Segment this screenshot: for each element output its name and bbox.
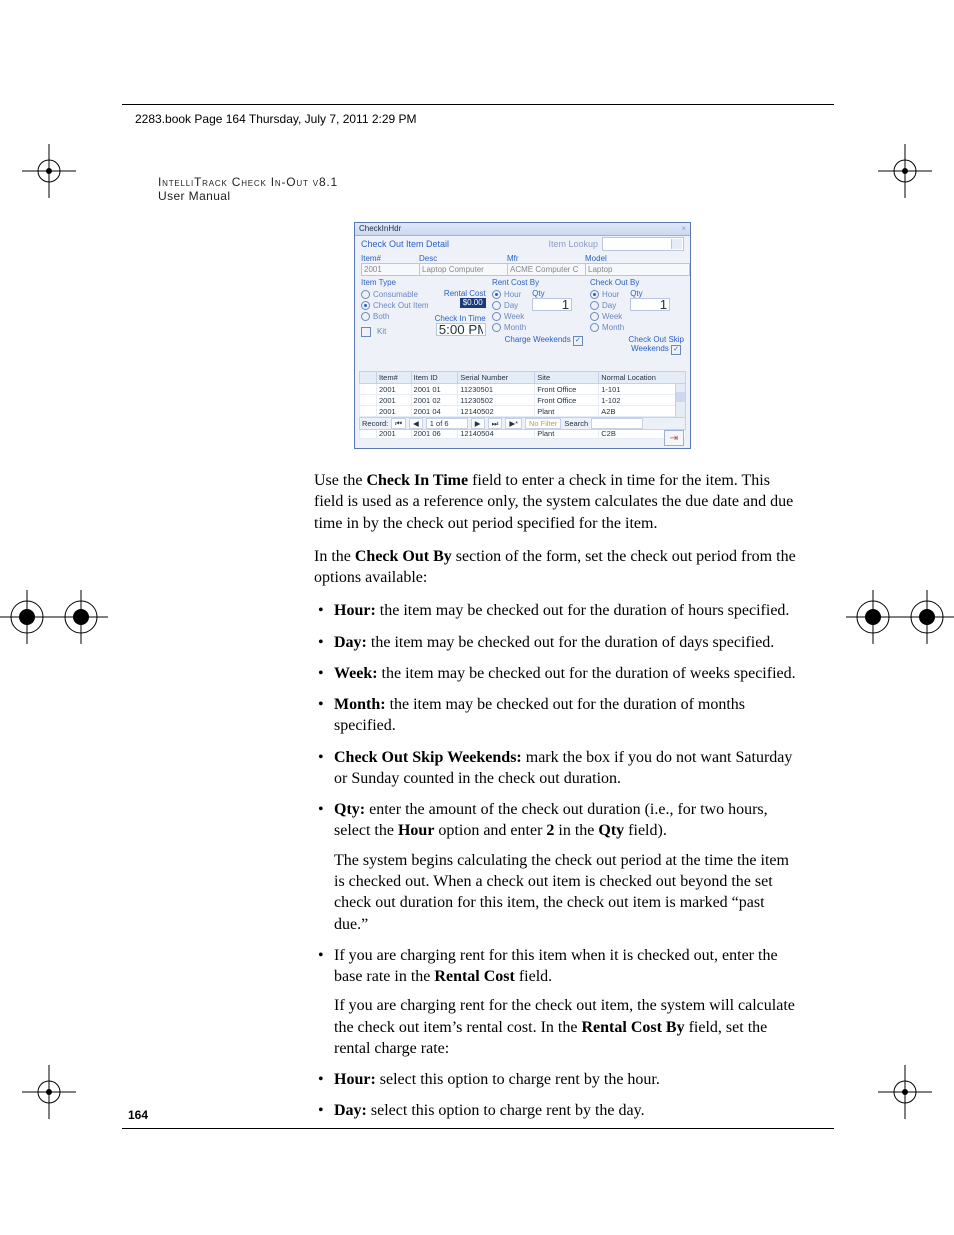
- check-in-time-label: Check In Time: [435, 314, 486, 323]
- rcb-week[interactable]: Week: [492, 311, 526, 322]
- nav-search-input[interactable]: [591, 418, 643, 429]
- skip-weekends-checkbox[interactable]: Check Out Skip Weekends: [590, 335, 684, 355]
- item-type-title: Item Type: [361, 278, 488, 287]
- nav-search-label: Search: [564, 419, 588, 428]
- registration-mark-icon: [54, 590, 108, 644]
- check-in-time-field[interactable]: [436, 323, 486, 336]
- registration-mark-icon: [0, 590, 54, 644]
- col-serial[interactable]: Serial Number: [458, 372, 535, 384]
- form-title: Check Out Item Detail: [361, 239, 449, 249]
- mfr-field[interactable]: [507, 263, 587, 276]
- registration-mark-icon: [846, 590, 900, 644]
- cob-month[interactable]: Month: [590, 322, 624, 333]
- registration-mark-icon: [22, 1065, 76, 1119]
- registration-mark-icon: [900, 590, 954, 644]
- exit-icon: ⇥: [670, 433, 678, 444]
- rcb-qty-label: Qty: [532, 289, 572, 298]
- rental-cost-value[interactable]: $0.00: [460, 298, 486, 308]
- running-head: IntelliTrack Check In-Out v8.1 User Manu…: [158, 175, 338, 203]
- nav-last-button[interactable]: ⏭: [488, 418, 503, 429]
- col-site[interactable]: Site: [535, 372, 599, 384]
- framemaker-header: 2283.book Page 164 Thursday, July 7, 201…: [135, 112, 417, 126]
- rcb-month[interactable]: Month: [492, 322, 526, 333]
- item-lookup-label: Item Lookup: [548, 239, 598, 249]
- table-row[interactable]: 20012001 0111230501Front Office1-101: [360, 384, 686, 395]
- rcb-qty-field[interactable]: [532, 298, 572, 311]
- nav-position: 1 of 6: [426, 418, 468, 429]
- nav-next-button[interactable]: ▶: [471, 418, 485, 429]
- cob-qty-label: Qty: [630, 289, 670, 298]
- model-field[interactable]: [585, 263, 690, 276]
- radio-both[interactable]: Both: [361, 311, 429, 322]
- page-number: 164: [128, 1108, 148, 1122]
- mfr-label: Mfr: [507, 254, 581, 263]
- body-text: Use the Check In Time field to enter a c…: [314, 470, 800, 1132]
- rent-cost-by-title: Rent Cost By: [492, 278, 586, 287]
- exit-button[interactable]: ⇥: [664, 430, 684, 446]
- rcb-day[interactable]: Day: [492, 300, 526, 311]
- window-titlebar: CheckInHdr ×: [355, 223, 690, 236]
- item-no-label: Item#: [361, 254, 415, 263]
- header-rule: [122, 104, 834, 105]
- table-row[interactable]: 20012001 0211230502Front Office1-102: [360, 395, 686, 406]
- window-title: CheckInHdr: [359, 224, 401, 233]
- charge-weekends-checkbox[interactable]: Charge Weekends: [492, 335, 586, 346]
- nav-prev-button[interactable]: ◀: [409, 418, 423, 429]
- desc-field[interactable]: [419, 263, 509, 276]
- nav-nofilter[interactable]: No Filter: [525, 418, 561, 429]
- registration-mark-icon: [878, 1065, 932, 1119]
- radio-consumable[interactable]: Consumable: [361, 289, 429, 300]
- table-row[interactable]: 20012001 0412140502PlantA2B: [360, 406, 686, 417]
- registration-mark-icon: [22, 144, 76, 198]
- check-out-by-title: Check Out By: [590, 278, 684, 287]
- running-head-title: IntelliTrack Check In-Out v8.1: [158, 175, 338, 189]
- rental-cost-label: Rental Cost: [435, 289, 486, 298]
- nav-first-button[interactable]: ⏮: [391, 418, 406, 429]
- model-label: Model: [585, 254, 684, 263]
- nav-new-button[interactable]: ▶*: [505, 418, 522, 429]
- footer-rule: [122, 1128, 834, 1129]
- cob-qty-field[interactable]: [630, 298, 670, 311]
- running-head-sub: User Manual: [158, 189, 230, 203]
- rcb-hour[interactable]: Hour: [492, 289, 526, 300]
- radio-check-out-item[interactable]: Check Out Item: [361, 300, 429, 311]
- col-loc[interactable]: Normal Location: [599, 372, 686, 384]
- item-no-field[interactable]: [361, 263, 421, 276]
- cob-week[interactable]: Week: [590, 311, 624, 322]
- cob-day[interactable]: Day: [590, 300, 624, 311]
- screenshot-checkout-form: CheckInHdr × Check Out Item Detail Item …: [354, 222, 691, 449]
- item-lookup-combo[interactable]: [602, 237, 684, 251]
- kit-checkbox[interactable]: Kit: [361, 326, 429, 337]
- registration-mark-icon: [878, 144, 932, 198]
- col-item-id[interactable]: Item ID: [411, 372, 458, 384]
- row-selector-col: [360, 372, 377, 384]
- desc-label: Desc: [419, 254, 503, 263]
- close-icon[interactable]: ×: [681, 223, 686, 235]
- record-nav: Record: ⏮ ◀ 1 of 6 ▶ ⏭ ▶* No Filter Sear…: [359, 417, 686, 430]
- col-item[interactable]: Item#: [377, 372, 412, 384]
- cob-hour[interactable]: Hour: [590, 289, 624, 300]
